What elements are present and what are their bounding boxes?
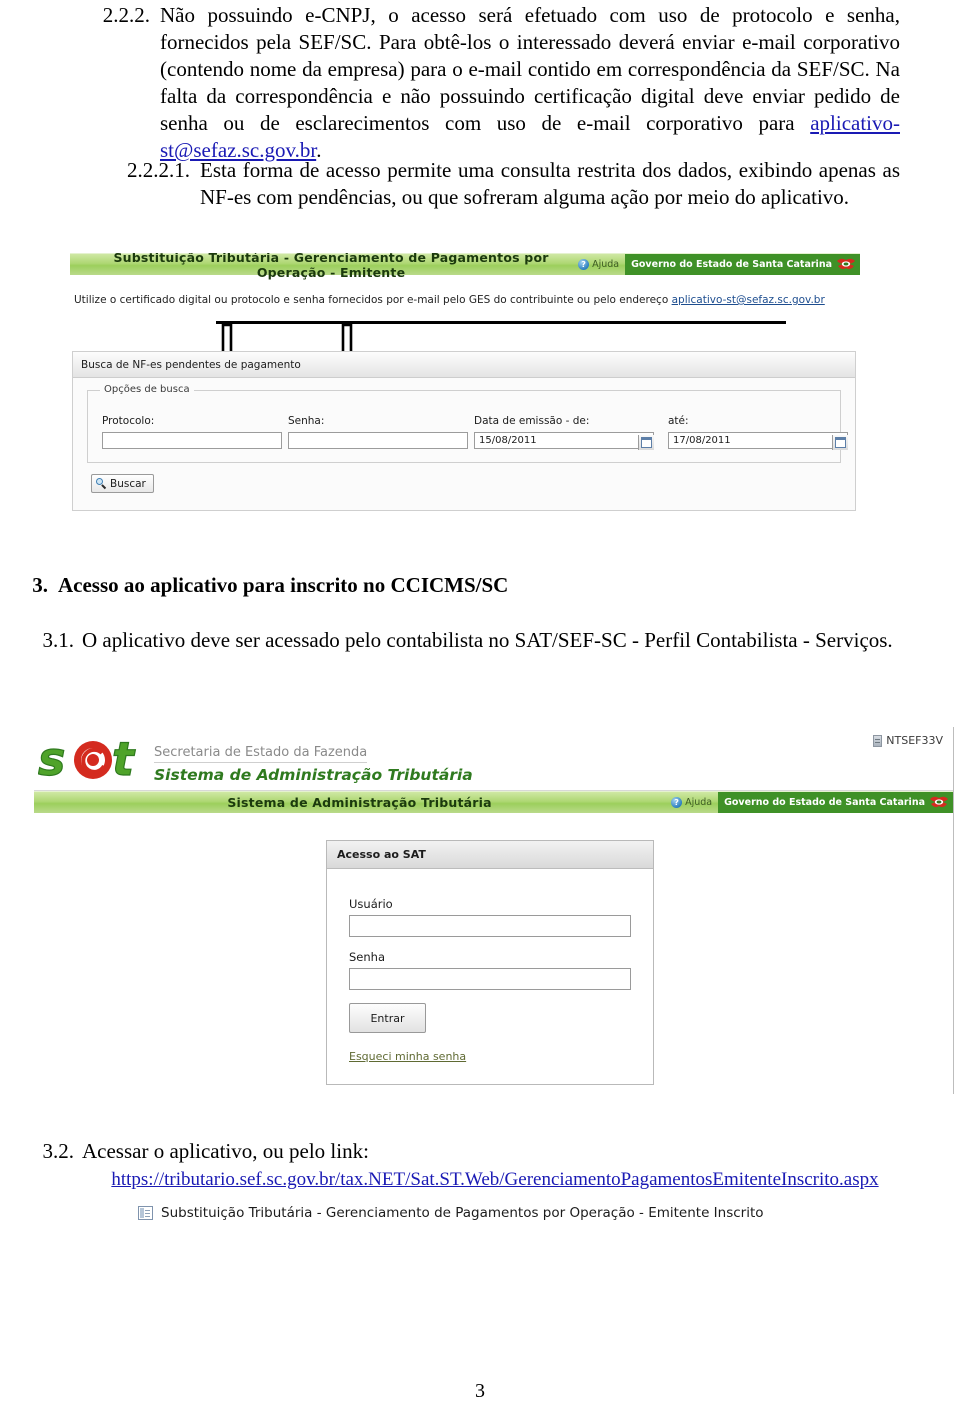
gov-badge-1: Governo do Estado de Santa Catarina <box>625 254 860 275</box>
entrar-button[interactable]: Entrar <box>349 1003 426 1033</box>
sat-brand-line-1: Secretaria de Estado da Fazenda <box>154 745 368 763</box>
gerenciamento-pagamentos-url-link[interactable]: https://tributario.sef.sc.gov.br/tax.NET… <box>111 1169 878 1190</box>
fieldset-legend: Opções de busca <box>100 384 194 395</box>
section-3-heading-row: 3. Acesso ao aplicativo para inscrito no… <box>26 572 896 599</box>
field-label-protocolo: Protocolo: <box>102 415 155 427</box>
gov-label: Governo do Estado de Santa Catarina <box>724 797 925 808</box>
calendar-icon <box>835 437 846 448</box>
sat-brand-line-2: Sistema de Administração Tributária <box>154 766 473 784</box>
item-text-3-1: O aplicativo deve ser acessado pelo cont… <box>82 628 893 652</box>
item-number-3-1: 3.1. <box>42 628 75 652</box>
shortcut-item-emitente-inscrito[interactable]: Substituição Tributária - Gerenciamento … <box>138 1205 764 1221</box>
svg-text:s: s <box>38 733 65 783</box>
santa-catarina-crest-icon <box>929 795 949 810</box>
calendar-button-de[interactable] <box>638 435 654 450</box>
section-heading-3: Acesso ao aplicativo para inscrito no CC… <box>58 573 509 597</box>
server-icon <box>873 734 883 747</box>
senha-input[interactable] <box>349 968 631 990</box>
screenshot-sat-login: s t Secretaria de Estado da Fazenda Sist… <box>34 727 954 1094</box>
calendar-button-ate[interactable] <box>832 435 848 450</box>
application-window-icon <box>138 1206 153 1220</box>
paragraph-text: Não possuindo e-CNPJ, o acesso será efet… <box>160 3 900 135</box>
calendar-icon <box>641 437 652 448</box>
page-number: 3 <box>475 1380 485 1402</box>
data-de-input[interactable]: 15/08/2011 <box>474 432 654 449</box>
screenshot-substituicao-tributaria: Substituição Tributária - Gerenciamento … <box>70 253 860 518</box>
item-3-1: 3.1. O aplicativo deve ser acessado pelo… <box>32 627 898 654</box>
senha-input[interactable] <box>288 432 468 449</box>
item-3-2-link-row: https://tributario.sef.sc.gov.br/tax.NET… <box>62 1165 928 1193</box>
panel-title: Busca de NF-es pendentes de pagamento <box>73 352 855 378</box>
server-identifier: NTSEF33V <box>873 734 943 747</box>
paragraph-body: Não possuindo e-CNPJ, o acesso será efet… <box>160 2 900 164</box>
help-label: Ajuda <box>685 797 713 808</box>
usuario-label: Usuário <box>349 897 393 911</box>
item-3-2: 3.2. Acessar o aplicativo, ou pelo link: <box>32 1138 898 1165</box>
login-card-title: Acesso ao SAT <box>327 841 653 869</box>
server-name: NTSEF33V <box>886 734 943 747</box>
field-label-data-ate: até: <box>668 415 689 427</box>
protocolo-input[interactable] <box>102 432 282 449</box>
help-label: Ajuda <box>592 259 620 270</box>
section-number-3: 3. <box>32 573 48 597</box>
paragraph-number: 2.2.2. <box>102 3 150 27</box>
instruction-prefix: Utilize o certificado digital ou protoco… <box>74 294 672 306</box>
field-label-data-de: Data de emissão - de: <box>474 415 590 427</box>
paragraph-body: Esta forma de acesso permite uma consult… <box>200 158 900 209</box>
field-label-senha: Senha: <box>288 415 325 427</box>
search-options-fieldset: Opções de busca Protocolo: Senha: Data d… <box>87 384 848 463</box>
app-header-bar-1: Substituição Tributária - Gerenciamento … <box>70 253 860 280</box>
field-senha: Senha: <box>288 415 468 449</box>
login-card: Acesso ao SAT Usuário Senha Entrar Esque… <box>326 840 654 1085</box>
buscar-button[interactable]: Buscar <box>91 474 154 493</box>
app-header-bar-2: Sistema de Administração Tributária ? Aj… <box>34 791 953 813</box>
paragraph-2-2-2-1: 2.2.2.1. Esta forma de acesso permite um… <box>62 157 900 211</box>
paragraph-number: 2.2.2.1. <box>127 158 190 182</box>
sat-brand-titles: Secretaria de Estado da Fazenda Sistema … <box>154 741 473 784</box>
instruction-email-link[interactable]: aplicativo-st@sefaz.sc.gov.br <box>672 294 825 306</box>
search-panel: Busca de NF-es pendentes de pagamento Op… <box>72 351 856 511</box>
senha-label: Senha <box>349 950 385 964</box>
annotation-underline <box>216 321 786 324</box>
buscar-label: Buscar <box>110 477 146 490</box>
santa-catarina-crest-icon <box>836 257 856 272</box>
item-text-3-2: Acessar o aplicativo, ou pelo link: <box>82 1139 369 1163</box>
field-protocolo: Protocolo: <box>102 415 282 449</box>
usuario-input[interactable] <box>349 915 631 937</box>
gov-badge-2: Governo do Estado de Santa Catarina <box>718 792 953 813</box>
svg-text:t: t <box>112 733 136 783</box>
help-icon: ? <box>578 259 590 270</box>
field-data-ate: até: 17/08/2011 <box>668 415 848 450</box>
instruction-text-1: Utilize o certificado digital ou protoco… <box>70 275 860 306</box>
help-link-2[interactable]: ? Ajuda <box>671 797 718 808</box>
app-title-1: Substituição Tributária - Gerenciamento … <box>113 253 549 280</box>
data-ate-input[interactable]: 17/08/2011 <box>668 432 848 449</box>
help-link-1[interactable]: ? Ajuda <box>578 259 625 270</box>
sat-logo: s t <box>37 731 148 786</box>
help-icon: ? <box>671 797 683 808</box>
paragraph-2-2-2: 2.2.2. Não possuindo e-CNPJ, o acesso se… <box>62 2 900 164</box>
shortcut-label: Substituição Tributária - Gerenciamento … <box>161 1205 764 1221</box>
sat-header: s t Secretaria de Estado da Fazenda Sist… <box>34 727 953 791</box>
field-data-de: Data de emissão - de: 15/08/2011 <box>474 415 654 450</box>
app-title-2: Sistema de Administração Tributária <box>227 795 492 810</box>
login-card-body: Usuário Senha Entrar Esqueci minha senha <box>327 869 653 1064</box>
gov-label: Governo do Estado de Santa Catarina <box>631 259 832 270</box>
item-number-3-2: 3.2. <box>42 1139 75 1163</box>
esqueci-minha-senha-link[interactable]: Esqueci minha senha <box>349 1050 466 1063</box>
search-icon <box>96 478 107 489</box>
